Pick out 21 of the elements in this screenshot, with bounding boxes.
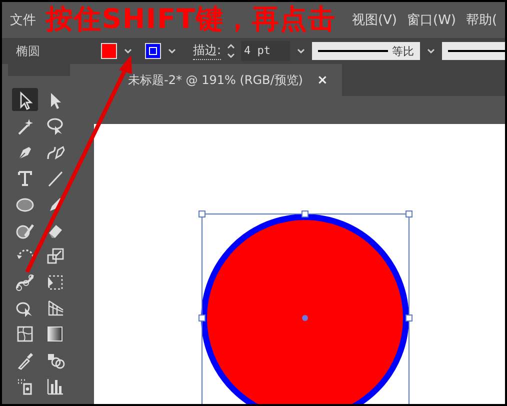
scale-icon xyxy=(45,246,65,266)
annotation-text: 按住SHIFT键，再点击 xyxy=(46,5,336,35)
brush-dropdown[interactable] xyxy=(442,42,505,60)
fill-swatch[interactable] xyxy=(101,43,117,59)
menu-item[interactable]: 帮助( xyxy=(466,11,498,29)
document-tab[interactable]: 未标题-2* @ 191% (RGB/预览) × xyxy=(78,64,342,96)
spinner-icon[interactable] xyxy=(226,42,236,60)
gradient-icon xyxy=(45,324,65,344)
center-point xyxy=(302,315,308,321)
menu-item[interactable]: 视图(V) xyxy=(352,11,397,29)
menu-item[interactable]: 窗口(W) xyxy=(407,11,456,29)
menu-item[interactable]: 文件 xyxy=(10,11,36,29)
close-icon[interactable]: × xyxy=(317,72,328,88)
lasso-icon xyxy=(45,116,65,136)
tool-name: 椭圆 xyxy=(16,42,41,60)
stroke-swatch[interactable] xyxy=(145,43,161,59)
stroke-weight-field[interactable]: 4 pt xyxy=(241,41,290,61)
selection-tool-button[interactable] xyxy=(12,88,38,111)
stroke-label[interactable]: 描边: xyxy=(193,42,222,60)
stroke-profile-dropdown[interactable]: 等比 xyxy=(312,42,420,60)
mesh-icon xyxy=(15,324,35,344)
